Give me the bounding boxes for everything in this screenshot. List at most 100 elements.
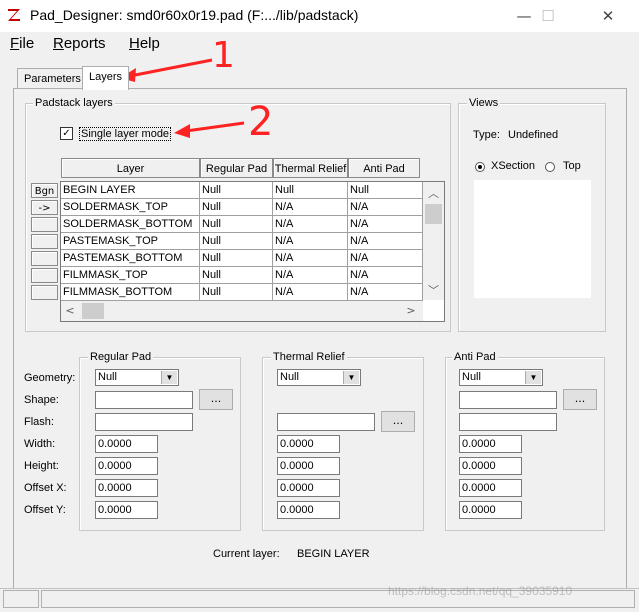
col-header-regular-pad[interactable]: Regular Pad bbox=[200, 158, 273, 178]
anti-pad-width-input[interactable]: 0.0000 bbox=[459, 435, 522, 453]
anti-pad-flash-input[interactable] bbox=[459, 413, 557, 431]
grid-cell-anti-pad[interactable]: N/A bbox=[348, 199, 423, 216]
single-layer-mode-label[interactable]: Single layer mode bbox=[79, 127, 172, 141]
top-label[interactable]: Top bbox=[563, 160, 581, 172]
offset-x-label: Offset X: bbox=[24, 482, 67, 494]
flash-label: Flash: bbox=[24, 416, 54, 428]
annotation-number-one: 1 bbox=[212, 35, 235, 76]
anti-pad-shape-input[interactable] bbox=[459, 391, 557, 409]
scroll-right-arrow-icon[interactable]: > bbox=[405, 304, 417, 317]
chevron-down-icon[interactable]: ▼ bbox=[343, 371, 359, 384]
grid-cell-anti-pad[interactable]: N/A bbox=[348, 284, 423, 301]
grid-cell-regular-pad[interactable]: Null bbox=[200, 267, 273, 284]
grid-cell-thermal-relief[interactable]: N/A bbox=[273, 267, 348, 284]
thermal-relief-flash-input[interactable] bbox=[277, 413, 375, 431]
grid-cell-layer[interactable]: BEGIN LAYER bbox=[61, 182, 200, 199]
regular-pad-geometry-select[interactable]: Null ▼ bbox=[95, 369, 179, 386]
grid-cell-thermal-relief[interactable]: N/A bbox=[273, 250, 348, 267]
grid-horizontal-scrollbar[interactable]: < > bbox=[61, 301, 423, 321]
grid-cell-anti-pad[interactable]: N/A bbox=[348, 250, 423, 267]
grid-cell-anti-pad[interactable]: N/A bbox=[348, 267, 423, 284]
height-label: Height: bbox=[24, 460, 59, 472]
grid-cell-thermal-relief[interactable]: Null bbox=[273, 182, 348, 199]
anti-pad-geometry-select[interactable]: Null ▼ bbox=[459, 369, 543, 386]
thermal-relief-offset-y-input[interactable]: 0.0000 bbox=[277, 501, 340, 519]
xsection-label[interactable]: XSection bbox=[491, 160, 535, 172]
anti-pad-height-input[interactable]: 0.0000 bbox=[459, 457, 522, 475]
xsection-radio[interactable] bbox=[475, 162, 485, 172]
grid-cell-layer[interactable]: FILMMASK_TOP bbox=[61, 267, 200, 284]
offset-y-label: Offset Y: bbox=[24, 504, 66, 516]
grid-cell-regular-pad[interactable]: Null bbox=[200, 216, 273, 233]
grid-cell-thermal-relief[interactable]: N/A bbox=[273, 233, 348, 250]
anti-pad-offset-x-input[interactable]: 0.0000 bbox=[459, 479, 522, 497]
chevron-down-icon[interactable]: ▼ bbox=[161, 371, 177, 384]
scroll-down-arrow-icon[interactable]: ﹀ bbox=[423, 282, 444, 298]
width-label: Width: bbox=[24, 438, 56, 450]
col-header-anti-pad[interactable]: Anti Pad bbox=[348, 158, 420, 178]
shape-label: Shape: bbox=[24, 394, 59, 406]
row-select-button[interactable] bbox=[31, 234, 58, 249]
thermal-relief-geometry-select[interactable]: Null ▼ bbox=[277, 369, 361, 386]
grid-cell-thermal-relief[interactable]: N/A bbox=[273, 199, 348, 216]
grid-cell-regular-pad[interactable]: Null bbox=[200, 284, 273, 301]
row-select-button[interactable] bbox=[31, 251, 58, 266]
grid-cell-thermal-relief[interactable]: N/A bbox=[273, 284, 348, 301]
grid-cell-layer[interactable]: PASTEMASK_TOP bbox=[61, 233, 200, 250]
menu-help[interactable]: Help bbox=[129, 35, 160, 52]
grid-cell-anti-pad[interactable]: N/A bbox=[348, 216, 423, 233]
chevron-down-icon[interactable]: ▼ bbox=[525, 371, 541, 384]
thermal-relief-height-input[interactable]: 0.0000 bbox=[277, 457, 340, 475]
row-select-button[interactable]: Bgn bbox=[31, 183, 58, 198]
anti-pad-shape-browse-button[interactable]: ... bbox=[563, 389, 597, 410]
thermal-relief-width-input[interactable]: 0.0000 bbox=[277, 435, 340, 453]
grid-cell-layer[interactable]: PASTEMASK_BOTTOM bbox=[61, 250, 200, 267]
regular-pad-height-input[interactable]: 0.0000 bbox=[95, 457, 158, 475]
regular-pad-label: Regular Pad bbox=[88, 351, 154, 363]
scroll-left-arrow-icon[interactable]: < bbox=[64, 304, 76, 317]
grid-cell-regular-pad[interactable]: Null bbox=[200, 182, 273, 199]
grid-cell-anti-pad[interactable]: N/A bbox=[348, 233, 423, 250]
regular-pad-offset-y-input[interactable]: 0.0000 bbox=[95, 501, 158, 519]
grid-cell-thermal-relief[interactable]: N/A bbox=[273, 216, 348, 233]
grid-cell-layer[interactable]: FILMMASK_BOTTOM bbox=[61, 284, 200, 301]
horizontal-scroll-thumb[interactable] bbox=[82, 303, 104, 319]
regular-pad-width-input[interactable]: 0.0000 bbox=[95, 435, 158, 453]
row-select-button[interactable] bbox=[31, 268, 58, 283]
menu-reports[interactable]: Reports bbox=[53, 35, 106, 52]
regular-pad-shape-browse-button[interactable]: ... bbox=[199, 389, 233, 410]
grid-cell-layer[interactable]: SOLDERMASK_TOP bbox=[61, 199, 200, 216]
vertical-scroll-thumb[interactable] bbox=[425, 204, 442, 224]
thermal-relief-flash-browse-button[interactable]: ... bbox=[381, 411, 415, 432]
grid-vertical-scrollbar[interactable]: ︿ ﹀ bbox=[423, 182, 444, 300]
view-preview-canvas bbox=[474, 180, 591, 298]
tab-parameters[interactable]: Parameters bbox=[17, 68, 88, 89]
regular-pad-flash-input[interactable] bbox=[95, 413, 193, 431]
annotation-number-two: 2 bbox=[248, 99, 274, 145]
regular-pad-shape-input[interactable] bbox=[95, 391, 193, 409]
col-header-thermal-relief[interactable]: Thermal Relief bbox=[273, 158, 348, 178]
status-pane-1 bbox=[3, 590, 39, 608]
tab-layers[interactable]: Layers bbox=[82, 66, 130, 90]
annotation-arrow-1 bbox=[120, 58, 213, 82]
row-select-button[interactable] bbox=[31, 285, 58, 300]
scroll-up-arrow-icon[interactable]: ︿ bbox=[423, 185, 444, 201]
maximize-button[interactable]: ☐ bbox=[525, 0, 571, 32]
menu-file[interactable]: File bbox=[10, 35, 34, 52]
anti-pad-label: Anti Pad bbox=[452, 351, 498, 363]
regular-pad-offset-x-input[interactable]: 0.0000 bbox=[95, 479, 158, 497]
grid-cell-layer[interactable]: SOLDERMASK_BOTTOM bbox=[61, 216, 200, 233]
row-select-button[interactable]: -> bbox=[31, 200, 58, 215]
grid-cell-anti-pad[interactable]: Null bbox=[348, 182, 423, 199]
close-button[interactable]: ✕ bbox=[585, 0, 631, 32]
row-select-button[interactable] bbox=[31, 217, 58, 232]
views-type-value: Undefined bbox=[508, 129, 559, 141]
grid-cell-regular-pad[interactable]: Null bbox=[200, 199, 273, 216]
col-header-layer[interactable]: Layer bbox=[61, 158, 200, 178]
anti-pad-offset-y-input[interactable]: 0.0000 bbox=[459, 501, 522, 519]
top-radio[interactable] bbox=[545, 162, 555, 172]
grid-cell-regular-pad[interactable]: Null bbox=[200, 233, 273, 250]
single-layer-mode-checkbox[interactable]: ✓ bbox=[60, 127, 73, 140]
grid-cell-regular-pad[interactable]: Null bbox=[200, 250, 273, 267]
thermal-relief-offset-x-input[interactable]: 0.0000 bbox=[277, 479, 340, 497]
